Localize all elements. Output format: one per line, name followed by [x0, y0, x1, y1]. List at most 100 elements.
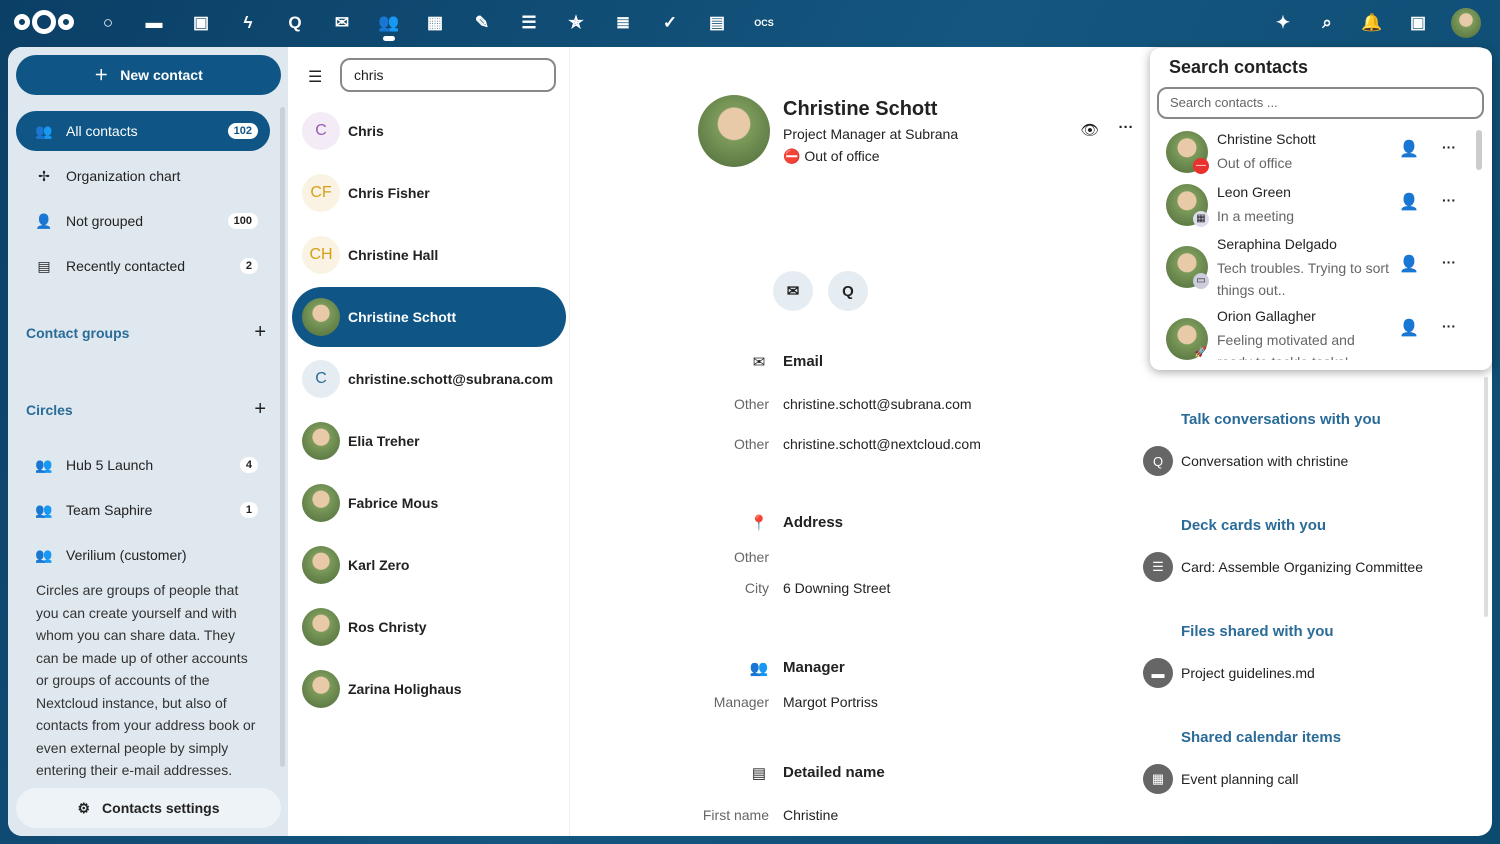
notes-icon[interactable]: ✎	[471, 12, 493, 34]
toggle-navigation-icon[interactable]: ☰	[308, 67, 322, 87]
contact-name: Christine Hall	[348, 247, 439, 263]
popover-title: Search contacts	[1169, 57, 1309, 77]
add-group-icon[interactable]: +	[254, 322, 266, 342]
notifications-icon[interactable]: 🔔	[1361, 12, 1383, 34]
new-contact-button[interactable]: ＋ New contact	[16, 55, 281, 95]
sidebar-scrollbar[interactable]	[280, 107, 285, 767]
talk-call-button[interactable]: Q	[828, 271, 868, 311]
manager-value[interactable]: Margot Portriss	[783, 694, 878, 710]
do-not-disturb-icon: —	[1193, 158, 1209, 174]
popover-contact[interactable]: — Christine Schott Out of office 👤 ···	[1166, 131, 1476, 181]
nav-recently-contacted[interactable]: ▤ Recently contacted 2	[16, 246, 270, 286]
popover-contact[interactable]: ▭ Seraphina Delgado Tech troubles. Trying …	[1166, 236, 1476, 306]
person-icon[interactable]: 👤	[1399, 254, 1419, 274]
contacts-menu-popover: Search contacts Search contacts ... — Chr…	[1150, 48, 1492, 370]
contacts-menu-icon[interactable]: ▣	[1407, 12, 1429, 34]
person-icon[interactable]: 👤	[1399, 192, 1419, 212]
ocs-icon[interactable]: OCS	[753, 12, 775, 34]
nav-organization-chart[interactable]: ✢ Organization chart	[16, 156, 270, 196]
contact-name: Chris	[348, 123, 384, 139]
search-contacts-input[interactable]: Search contacts ...	[1157, 87, 1484, 119]
contact-list-item[interactable]: Zarina Holighaus	[292, 659, 566, 719]
email-value[interactable]: christine.schott@nextcloud.com	[783, 436, 981, 452]
user-avatar[interactable]	[1451, 8, 1481, 38]
plus-icon: ＋	[94, 67, 109, 83]
nav-not-grouped[interactable]: 👤 Not grouped 100	[16, 201, 270, 241]
dashboard-icon[interactable]: ○	[97, 12, 119, 34]
contact-search-input[interactable]: chris	[340, 58, 556, 92]
active-app-indicator	[383, 36, 395, 41]
tables-icon[interactable]: ▤	[706, 12, 728, 34]
contacts-icon[interactable]: 👥	[378, 12, 400, 34]
manager-header: Manager	[783, 659, 845, 676]
contact-list-item[interactable]: Cchristine.schott@subrana.com	[292, 349, 566, 409]
contact-list-item[interactable]: C Chris	[292, 101, 566, 161]
rocket-status-icon: 🚀	[1194, 347, 1208, 358]
more-icon[interactable]: ···	[1442, 139, 1456, 155]
contact-list-item[interactable]: Christine Schott	[292, 287, 566, 347]
related-calendar-item[interactable]: Event planning call	[1181, 771, 1299, 787]
list-icon[interactable]: ≣	[612, 12, 634, 34]
email-label: Other	[733, 436, 769, 452]
person-icon[interactable]: 👤	[1399, 318, 1419, 338]
circle-verilium[interactable]: 👥 Verilium (customer)	[16, 535, 270, 575]
eye-icon[interactable]: 👁	[1080, 121, 1100, 139]
contact-photo[interactable]	[698, 95, 770, 167]
contact-name[interactable]: Christine Schott	[783, 98, 937, 121]
person-icon[interactable]: 👤	[1399, 139, 1419, 159]
related-deck-item[interactable]: Card: Assemble Organizing Committee	[1181, 559, 1423, 575]
circle-icon: 👥	[35, 501, 53, 518]
activity-icon[interactable]: ϟ	[237, 12, 259, 34]
contacts-settings-button[interactable]: ⚙ Contacts settings	[16, 788, 281, 828]
photos-icon[interactable]: ▣	[190, 12, 212, 34]
avatar	[302, 546, 340, 584]
contact-title[interactable]: Project Manager at Subrana	[783, 126, 958, 142]
do-not-disturb-icon: ⛔	[783, 148, 801, 164]
contact-card-icon: ▤	[37, 257, 51, 274]
contact-list-item[interactable]: Ros Christy	[292, 597, 566, 657]
mail-icon[interactable]: ✉	[331, 12, 353, 34]
contact-list-item[interactable]: Elia Treher	[292, 411, 566, 471]
contact-list-item[interactable]: Karl Zero	[292, 535, 566, 595]
more-icon[interactable]: ···	[1442, 254, 1456, 270]
nav-all-contacts[interactable]: 👥 All contacts 102	[16, 111, 270, 151]
contact-name: Christine Schott	[348, 309, 457, 325]
contact-list-item[interactable]: CH Christine Hall	[292, 225, 566, 285]
tasks-icon[interactable]: ✓	[659, 12, 681, 34]
add-circle-icon[interactable]: +	[254, 399, 266, 419]
deck-icon: ☰	[1143, 552, 1173, 582]
avatar	[302, 608, 340, 646]
count-badge: 4	[239, 457, 258, 473]
send-email-button[interactable]: ✉	[773, 271, 813, 311]
talk-icon[interactable]: Q	[284, 12, 306, 34]
popover-contact[interactable]: ▦ Leon Green In a meeting 👤 ···	[1166, 184, 1476, 234]
files-icon[interactable]: ▬	[143, 12, 165, 34]
city-value[interactable]: 6 Downing Street	[783, 580, 890, 596]
calendar-icon[interactable]: ▦	[424, 12, 446, 34]
circle-team-saphire[interactable]: 👥 Team Saphire 1	[16, 490, 270, 530]
search-icon[interactable]: ⌕	[1316, 12, 1338, 34]
related-file-item[interactable]: Project guidelines.md	[1181, 665, 1315, 681]
talk-icon: Q	[842, 282, 854, 300]
contact-list-item[interactable]: Fabrice Mous	[292, 473, 566, 533]
count-badge: 100	[227, 213, 258, 229]
detail-scrollbar[interactable]	[1484, 377, 1488, 617]
star-app-icon[interactable]: ✯	[565, 12, 587, 34]
email-value[interactable]: christine.schott@subrana.com	[783, 396, 972, 412]
related-talk-item[interactable]: Conversation with christine	[1181, 453, 1348, 469]
count-badge: 102	[227, 123, 258, 139]
nextcloud-logo[interactable]	[14, 10, 74, 34]
circle-hub-5-launch[interactable]: 👥 Hub 5 Launch 4	[16, 445, 270, 485]
avatar	[302, 298, 340, 336]
address-type: Other	[733, 549, 769, 565]
popover-scrollbar[interactable]	[1476, 130, 1482, 170]
circle-icon: 👥	[35, 456, 53, 473]
more-icon[interactable]: ···	[1442, 318, 1456, 334]
assistant-icon[interactable]: ✦	[1272, 12, 1294, 34]
contact-list-item[interactable]: CF Chris Fisher	[292, 163, 566, 223]
popover-contact[interactable]: 🚀Orion GallagherFeeling motivated and re…	[1166, 308, 1476, 360]
more-actions-icon[interactable]: ···	[1116, 119, 1136, 136]
first-name-value[interactable]: Christine	[783, 807, 838, 823]
more-icon[interactable]: ···	[1442, 192, 1456, 208]
deck-icon[interactable]: ☰	[518, 12, 540, 34]
